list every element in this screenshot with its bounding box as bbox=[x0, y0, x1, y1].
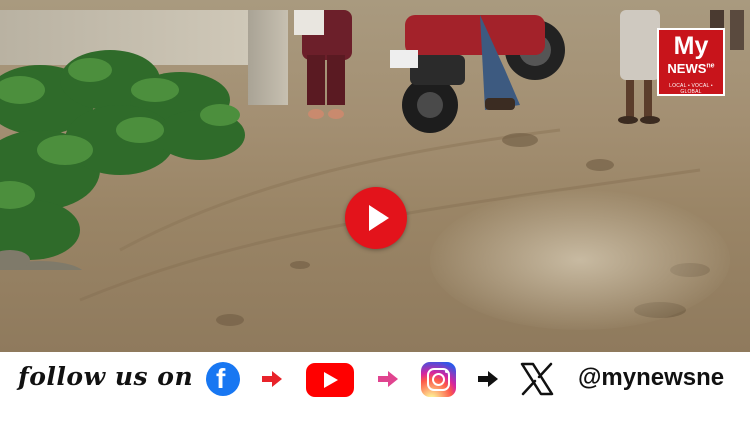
arrow-icon bbox=[478, 371, 498, 387]
arrow-icon bbox=[378, 371, 398, 387]
motorcycle bbox=[390, 15, 565, 133]
video-frame[interactable]: My NEWSne LOCAL • VOCAL • GLOBAL bbox=[0, 0, 750, 352]
play-icon bbox=[369, 205, 389, 231]
logo-brand-top: My bbox=[673, 32, 709, 60]
follow-text: follow us on bbox=[18, 362, 194, 391]
x-icon[interactable] bbox=[519, 361, 555, 397]
mynews-logo: My NEWSne LOCAL • VOCAL • GLOBAL bbox=[657, 28, 725, 96]
social-handle[interactable]: @mynewsne bbox=[578, 364, 724, 392]
logo-brand-super: ne bbox=[706, 62, 715, 70]
facebook-icon[interactable]: f bbox=[206, 362, 240, 396]
arrow-icon bbox=[262, 371, 282, 387]
puddle bbox=[430, 190, 730, 330]
social-footer: follow us on f @mynewsne bbox=[0, 352, 750, 430]
person-left bbox=[294, 10, 352, 119]
play-button[interactable] bbox=[345, 187, 407, 249]
logo-brand-bottom: NEWSne bbox=[667, 61, 715, 76]
instagram-icon[interactable] bbox=[421, 362, 456, 397]
youtube-icon[interactable] bbox=[306, 363, 354, 397]
logo-tagline: LOCAL • VOCAL • GLOBAL bbox=[669, 83, 713, 95]
